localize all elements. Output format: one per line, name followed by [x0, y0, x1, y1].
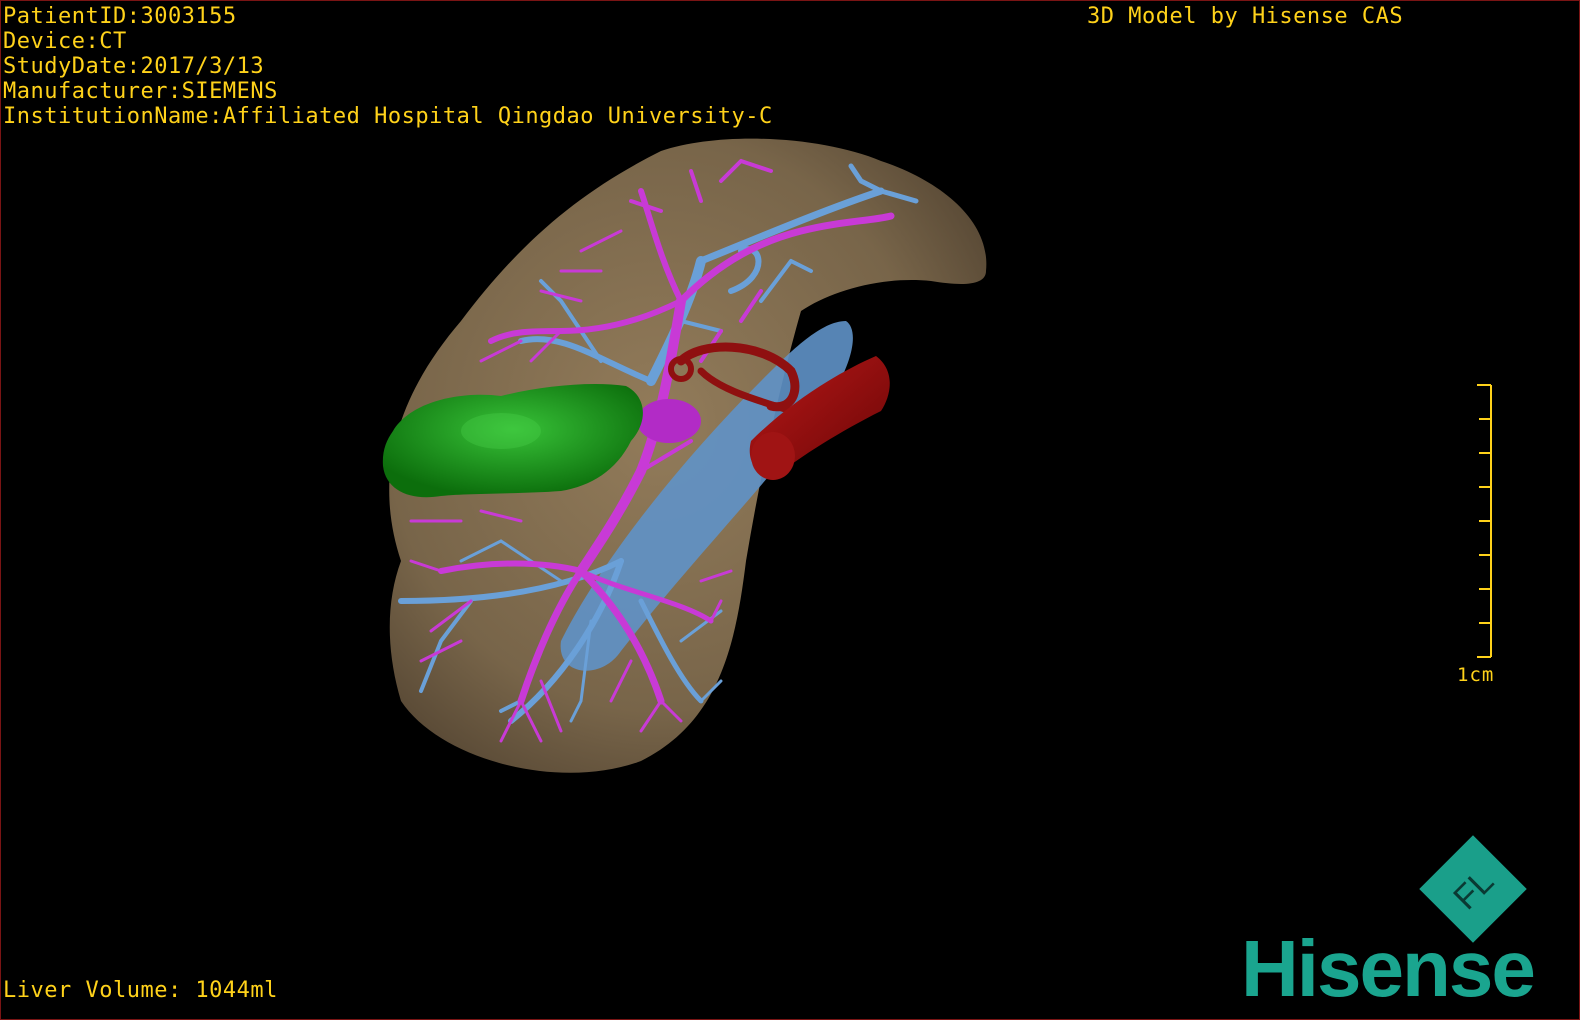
- tumor-highlight: [461, 413, 541, 449]
- scale-label: 1cm: [1457, 664, 1495, 686]
- patient-info-block: PatientID:3003155 Device:CT StudyDate:20…: [3, 4, 773, 129]
- study-date: StudyDate:2017/3/13: [3, 54, 265, 79]
- liver-3d-model[interactable]: [1, 1, 1580, 1020]
- institution-name: InstitutionName:Affiliated Hospital Qing…: [3, 104, 773, 129]
- hisense-logo: Hisense: [1241, 924, 1536, 1013]
- device-type: Device:CT: [3, 29, 127, 54]
- liver-volume: Liver Volume: 1044ml: [3, 978, 278, 1003]
- vessel-confluence: [637, 399, 701, 443]
- render-viewport[interactable]: PatientID:3003155 Device:CT StudyDate:20…: [0, 0, 1580, 1020]
- model-credit: 3D Model by Hisense CAS: [1087, 4, 1404, 29]
- scale-bar: [1477, 384, 1492, 658]
- manufacturer: Manufacturer:SIEMENS: [3, 79, 278, 104]
- patient-id: PatientID:3003155: [3, 4, 237, 29]
